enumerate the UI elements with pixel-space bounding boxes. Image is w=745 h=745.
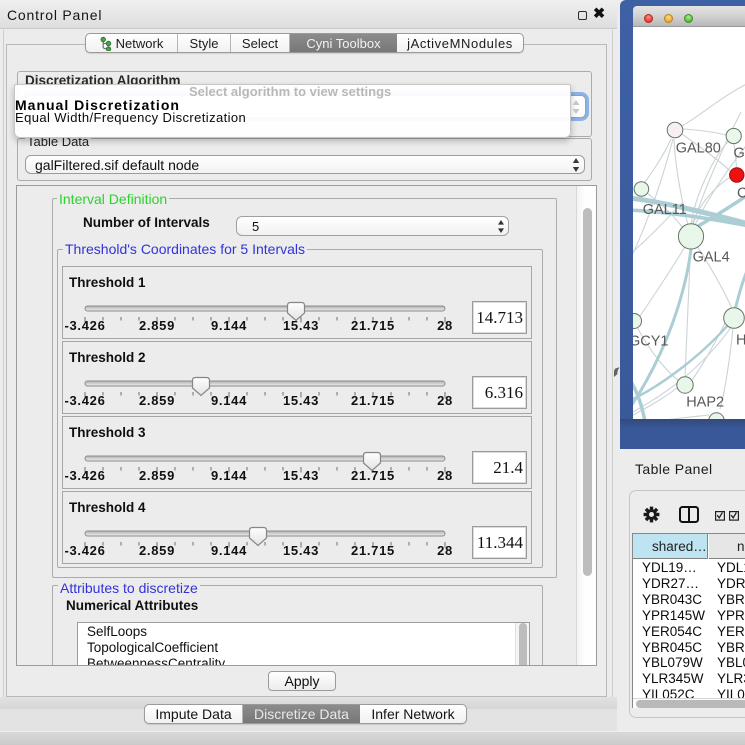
svg-text:HA: HA	[736, 332, 745, 348]
svg-text:15.43: 15.43	[283, 543, 319, 558]
svg-text:21.715: 21.715	[351, 318, 395, 333]
svg-text:C: C	[737, 186, 745, 202]
svg-text:28: 28	[437, 393, 453, 408]
svg-text:GCY1: GCY1	[633, 334, 669, 350]
svg-text:28: 28	[437, 318, 453, 333]
svg-text:15.43: 15.43	[283, 468, 319, 483]
svg-text:21.715: 21.715	[351, 393, 395, 408]
svg-text:9.144: 9.144	[211, 318, 247, 333]
svg-text:15.43: 15.43	[283, 393, 319, 408]
svg-text:28: 28	[437, 468, 453, 483]
svg-text:GAL80: GAL80	[676, 140, 721, 156]
svg-text:GAL4: GAL4	[693, 249, 730, 265]
svg-text:2.859: 2.859	[139, 393, 175, 408]
svg-text:2.859: 2.859	[139, 543, 175, 558]
svg-text:15.43: 15.43	[283, 318, 319, 333]
svg-text:2.859: 2.859	[139, 468, 175, 483]
svg-text:HAP2: HAP2	[686, 395, 724, 411]
svg-text:-3.426: -3.426	[64, 543, 105, 558]
svg-text:-3.426: -3.426	[64, 393, 105, 408]
svg-text:9.144: 9.144	[211, 543, 247, 558]
svg-text:9.144: 9.144	[211, 393, 247, 408]
svg-text:9.144: 9.144	[211, 468, 247, 483]
svg-text:G..: G..	[734, 145, 745, 161]
svg-text:28: 28	[437, 543, 453, 558]
svg-text:-3.426: -3.426	[64, 468, 105, 483]
svg-text:21.715: 21.715	[351, 543, 395, 558]
svg-text:GAL11: GAL11	[643, 202, 687, 218]
svg-text:-3.426: -3.426	[64, 318, 105, 333]
svg-text:2.859: 2.859	[139, 318, 175, 333]
